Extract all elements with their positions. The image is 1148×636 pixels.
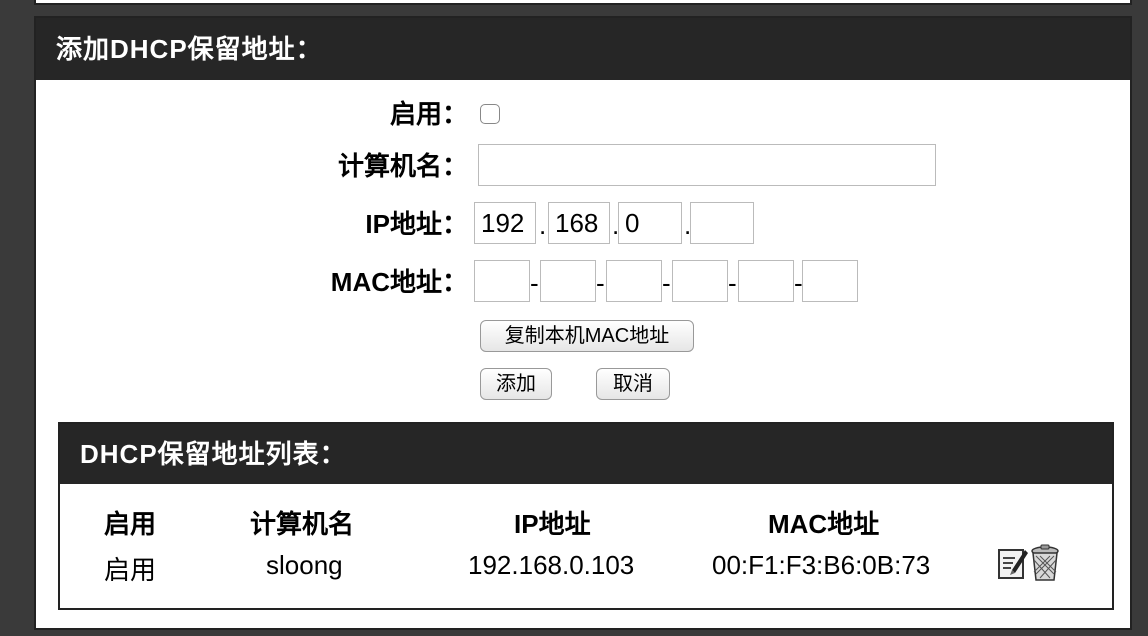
enable-label: 启用：: [389, 99, 468, 129]
mac-octet-6[interactable]: [802, 260, 858, 302]
ip-octet-4[interactable]: [690, 202, 754, 244]
previous-panel-edge: [34, 0, 1132, 5]
enable-checkbox[interactable]: [480, 104, 500, 124]
mac-row: MAC地址：: [36, 260, 468, 304]
mac-octet-4[interactable]: [672, 260, 728, 302]
copy-mac-button[interactable]: 复制本机MAC地址: [480, 320, 694, 352]
mac-dash: -: [530, 268, 539, 298]
column-header-ip: IP地址: [514, 509, 591, 539]
ip-octet-2[interactable]: 168: [548, 202, 610, 244]
ip-row: IP地址：: [36, 202, 468, 246]
column-header-mac: MAC地址: [768, 509, 880, 539]
trash-icon[interactable]: [1030, 544, 1060, 582]
edit-icon[interactable]: [998, 544, 1028, 582]
mac-label: MAC地址：: [330, 267, 468, 297]
ip-octet-3[interactable]: 0: [618, 202, 682, 244]
mac-dash: -: [596, 268, 605, 298]
ip-dot: .: [539, 210, 547, 240]
reservation-list-panel: DHCP保留地址列表： 启用 计算机名 IP地址 MAC地址 启用 sloong…: [58, 422, 1114, 610]
row-mac: 00:F1:F3:B6:0B:73: [712, 550, 931, 580]
hostname-label: 计算机名：: [337, 151, 468, 181]
hostname-input[interactable]: [478, 144, 936, 186]
row-ip: 192.168.0.103: [468, 550, 635, 580]
hostname-row: 计算机名：: [36, 144, 468, 188]
row-enabled: 启用: [104, 555, 157, 585]
mac-octet-2[interactable]: [540, 260, 596, 302]
mac-dash: -: [728, 268, 737, 298]
panel-title: 添加DHCP保留地址：: [36, 18, 1130, 80]
row-hostname: sloong: [266, 550, 343, 580]
cancel-button[interactable]: 取消: [596, 368, 670, 400]
add-button[interactable]: 添加: [480, 368, 552, 400]
mac-dash: -: [662, 268, 671, 298]
column-header-enable: 启用: [104, 509, 157, 539]
enable-row: 启用：: [36, 92, 468, 136]
ip-octet-1[interactable]: 192: [474, 202, 536, 244]
mac-octet-5[interactable]: [738, 260, 794, 302]
column-header-hostname: 计算机名: [250, 509, 355, 539]
ip-label: IP地址：: [365, 209, 468, 239]
mac-octet-1[interactable]: [474, 260, 530, 302]
add-dhcp-reservation-panel: 添加DHCP保留地址： 启用： 计算机名： IP地址： 192 . 168 . …: [34, 16, 1132, 630]
mac-octet-3[interactable]: [606, 260, 662, 302]
list-title: DHCP保留地址列表：: [60, 424, 1112, 484]
